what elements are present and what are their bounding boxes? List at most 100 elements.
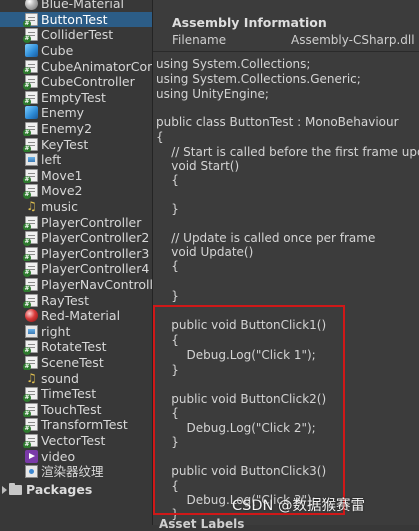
script-icon: # bbox=[23, 402, 38, 418]
asset-label: TouchTest bbox=[41, 401, 102, 417]
asset-item[interactable]: # PlayerNavControlle bbox=[0, 277, 152, 293]
code-line: void Update() bbox=[156, 245, 254, 259]
asset-item[interactable]: # Move1 bbox=[0, 168, 152, 184]
asset-label: video bbox=[41, 448, 76, 464]
csharp-badge-icon: # bbox=[23, 269, 31, 277]
code-line: // Update is called once per frame bbox=[156, 231, 376, 245]
asset-item[interactable]: # ButtonTest bbox=[0, 11, 152, 28]
folder-icon bbox=[9, 482, 22, 495]
script-icon: # bbox=[23, 418, 38, 433]
asset-item[interactable]: # PlayerController4 bbox=[0, 261, 152, 277]
prefab-icon bbox=[25, 106, 38, 120]
asset-item[interactable]: Cube bbox=[0, 43, 152, 59]
packages-folder[interactable]: Packages bbox=[0, 481, 152, 498]
asset-label: PlayerNavControlle bbox=[41, 277, 152, 293]
asset-item[interactable]: # RotateTest bbox=[0, 339, 152, 355]
script-icon: # bbox=[23, 137, 38, 152]
csharp-badge-icon: # bbox=[23, 253, 31, 262]
script-icon: # bbox=[23, 12, 38, 28]
script-icon: # bbox=[23, 75, 38, 90]
csharp-badge-icon: # bbox=[23, 144, 31, 152]
asset-item[interactable]: # RayTest bbox=[0, 292, 152, 308]
csharp-badge-icon: # bbox=[23, 347, 31, 355]
asset-label: TimeTest bbox=[41, 386, 97, 402]
asset-label: PlayerController3 bbox=[41, 245, 150, 261]
asset-label: Enemy bbox=[41, 105, 85, 121]
asset-item[interactable]: # EmptyTest bbox=[0, 90, 152, 106]
asset-label: left bbox=[41, 152, 62, 168]
audio-icon: ♫ bbox=[26, 199, 37, 214]
expand-arrow-icon[interactable] bbox=[2, 485, 7, 494]
asset-item[interactable]: # PlayerController2 bbox=[0, 230, 152, 246]
code-line: { bbox=[156, 130, 164, 144]
asset-label: SceneTest bbox=[41, 355, 104, 371]
asset-item[interactable]: # ColliderTest bbox=[0, 27, 152, 43]
asset-item[interactable]: right bbox=[0, 324, 152, 340]
csharp-badge-icon: # bbox=[23, 425, 31, 433]
render-texture-icon bbox=[25, 465, 38, 479]
script-icon: # bbox=[23, 246, 38, 262]
asset-item[interactable]: # TransformTest bbox=[0, 417, 152, 433]
asset-item[interactable]: # TimeTest bbox=[0, 386, 152, 402]
script-icon: # bbox=[23, 278, 38, 293]
code-line: public void ButtonClick3() bbox=[156, 464, 327, 478]
code-line: } bbox=[156, 202, 179, 216]
asset-item[interactable]: Red-Material bbox=[0, 308, 152, 324]
asset-labels-header[interactable]: Asset Labels bbox=[159, 517, 244, 531]
csharp-badge-icon: # bbox=[23, 66, 31, 74]
script-icon: # bbox=[23, 231, 38, 246]
asset-item[interactable]: # SceneTest bbox=[0, 355, 152, 371]
asset-item[interactable]: # PlayerController3 bbox=[0, 246, 152, 262]
image-icon bbox=[25, 324, 38, 338]
asset-item[interactable]: 渲染器纹理 bbox=[0, 464, 152, 480]
inspector-title: Assembly Information bbox=[172, 15, 327, 30]
asset-item[interactable]: # Enemy2 bbox=[0, 121, 152, 137]
code-line: public void ButtonClick2() bbox=[156, 392, 327, 406]
asset-item[interactable]: ♫ music bbox=[0, 199, 152, 215]
code-line: { bbox=[156, 406, 179, 420]
script-icon: # bbox=[23, 293, 38, 308]
asset-item[interactable]: # KeyTest bbox=[0, 136, 152, 152]
asset-label: ColliderTest bbox=[41, 27, 114, 43]
code-line: Debug.Log("Click 1"); bbox=[156, 348, 316, 362]
script-icon: # bbox=[23, 59, 38, 74]
code-line: { bbox=[156, 259, 179, 273]
script-icon: # bbox=[23, 215, 38, 230]
csharp-badge-icon: # bbox=[23, 19, 31, 28]
code-line: using System.Collections.Generic; bbox=[156, 72, 361, 86]
csharp-badge-icon: # bbox=[23, 222, 31, 230]
asset-item[interactable]: # Move2 bbox=[0, 183, 152, 199]
csharp-badge-icon: # bbox=[23, 191, 31, 199]
asset-label: CubeController bbox=[41, 74, 135, 90]
csharp-badge-icon: # bbox=[23, 238, 31, 246]
asset-label: ButtonTest bbox=[41, 11, 108, 27]
asset-item[interactable]: video bbox=[0, 448, 152, 464]
asset-item[interactable]: ♫ sound bbox=[0, 370, 152, 386]
script-icon: # bbox=[23, 122, 38, 137]
asset-item[interactable]: Enemy bbox=[0, 105, 152, 121]
script-icon: # bbox=[23, 387, 38, 402]
asset-item[interactable]: # CubeAnimatorCont bbox=[0, 58, 152, 74]
code-line: { bbox=[156, 479, 179, 493]
script-icon: # bbox=[23, 340, 38, 355]
asset-item[interactable]: left bbox=[0, 152, 152, 168]
inspector-panel: Assembly Information Filename Assembly-C… bbox=[152, 0, 419, 525]
code-line: public void ButtonClick1() bbox=[156, 318, 327, 332]
code-line: using UnityEngine; bbox=[156, 87, 269, 101]
code-line: { bbox=[156, 333, 179, 347]
asset-label: Move1 bbox=[41, 167, 83, 183]
code-line: } bbox=[156, 363, 179, 377]
csharp-badge-icon: # bbox=[23, 285, 31, 293]
asset-item[interactable]: # TouchTest bbox=[0, 402, 152, 418]
asset-item[interactable]: # CubeController bbox=[0, 74, 152, 90]
code-line: { bbox=[156, 173, 179, 187]
asset-label: Blue-Material bbox=[41, 0, 124, 12]
csharp-badge-icon: # bbox=[23, 35, 31, 43]
script-icon: # bbox=[23, 90, 38, 106]
asset-item[interactable]: # VectorTest bbox=[0, 433, 152, 449]
asset-item[interactable]: # PlayerController bbox=[0, 214, 152, 230]
code-line: Debug.Log("Click 2"); bbox=[156, 421, 316, 435]
asset-item[interactable]: Blue-Material bbox=[0, 0, 152, 12]
asset-label: right bbox=[41, 323, 71, 339]
material-icon bbox=[25, 0, 38, 11]
